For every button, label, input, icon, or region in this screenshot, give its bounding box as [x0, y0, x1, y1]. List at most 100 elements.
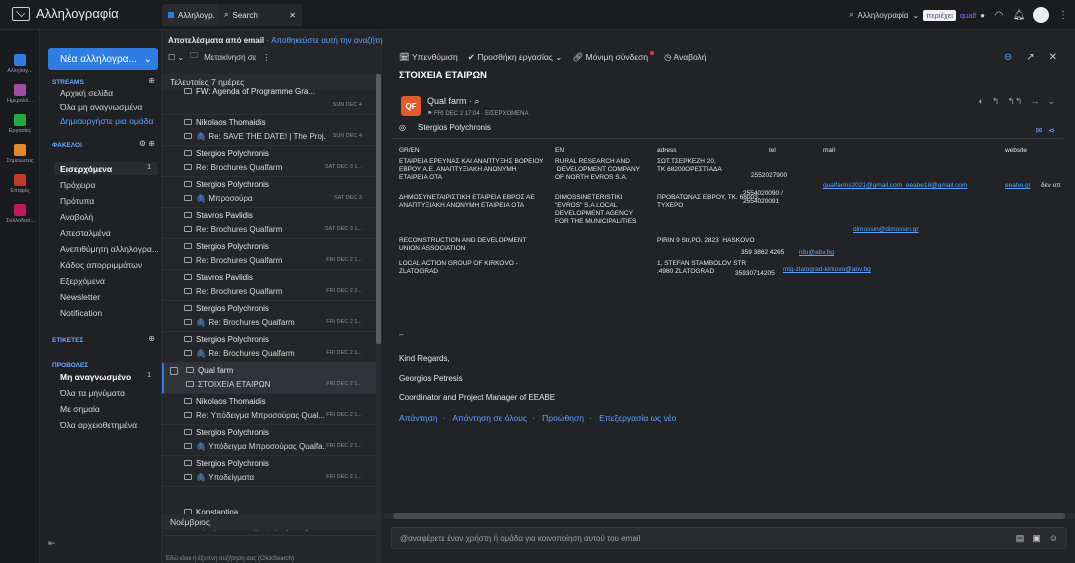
rail-item[interactable]: Επαφές: [6, 174, 34, 194]
add-task-button[interactable]: ✔ Προσθήκη εργασίας ⌄: [468, 52, 563, 63]
reply-icon: [186, 381, 194, 387]
rail-item[interactable]: Εργασίες: [6, 114, 34, 134]
list-scrollbar[interactable]: [376, 74, 381, 563]
add-tag-icon[interactable]: ⊕: [148, 334, 155, 343]
message-subject: Re: Brochures Qualfarm: [196, 256, 283, 265]
tag-icon[interactable]: ✉: [1036, 126, 1043, 135]
comment-input[interactable]: @αναφέρετε έναν χρήστη ή ομάδα για κοινο…: [391, 527, 1067, 549]
sidebar-item[interactable]: Αναβολή: [60, 212, 93, 222]
sidebar-item[interactable]: Ανεπιθύμητη αλληλογρα...: [60, 244, 159, 254]
select-all-checkbox[interactable]: ☐ ⌄: [168, 53, 184, 62]
split-view-icon[interactable]: ⊖: [1004, 52, 1012, 63]
horizontal-scrollbar[interactable]: [383, 513, 1075, 519]
notifications-icon[interactable]: ◠: [993, 9, 1005, 21]
tab-search[interactable]: ⌕ Search ✕: [218, 4, 302, 26]
folder-settings-icon[interactable]: ⚙ ⊕: [139, 139, 155, 148]
global-search[interactable]: ⌕ Αλληλογραφία ⌄ περιέχει qualf ●: [849, 9, 985, 21]
reply-all-link[interactable]: Απάντηση σε όλους: [452, 413, 527, 423]
clear-search-icon[interactable]: ●: [980, 11, 985, 20]
sidebar-item[interactable]: Απεσταλμένα: [60, 228, 111, 238]
list-item[interactable]: FW: Agenda of Programme Gra... SUN DEC 4: [162, 84, 376, 115]
sidebar-item[interactable]: Εξερχόμενα: [60, 276, 105, 286]
message-sender: Qual farm: [198, 366, 234, 375]
sidebar-item[interactable]: Εισερχόμενα: [60, 164, 112, 174]
search-filter-chip[interactable]: περιέχει: [923, 9, 956, 21]
list-item[interactable]: Stergios Polychronis 🖇︎ Υποδείγματα FRI DE…: [162, 456, 376, 487]
table-cell: LOCAL ACTION GROUP OF KIRKOVO - ZLATOGRA…: [399, 260, 518, 275]
format-icon[interactable]: ▤: [1016, 533, 1025, 544]
table-header: mail: [823, 147, 835, 154]
rail-item[interactable]: Ημερολό...: [6, 84, 34, 104]
sidebar-item[interactable]: Μη αναγνωσμένο: [60, 372, 131, 382]
forward-link[interactable]: Προώθηση: [542, 413, 584, 423]
list-item[interactable]: Stergios Polychronis Re: Brochures Qualfa…: [162, 239, 376, 270]
table-cell: ΔΗΜΟΣΥΝΕΤΑΙΡΙΣΤΙΚΗ ΕΤΑΙΡΕΙΑ ΕΒΡΟΣ ΑΕ ΑΝΑ…: [399, 194, 535, 209]
avatar[interactable]: [1033, 7, 1049, 23]
rail-item-label: Εργασίες: [8, 128, 32, 134]
sidebar-item[interactable]: Όλα αρχειοθετημένα: [60, 420, 137, 430]
email-link[interactable]: dimossin@dimossin.gr: [853, 226, 918, 234]
close-icon[interactable]: ✕: [1049, 52, 1057, 63]
sidebar-item[interactable]: Όλα τα μηνύματα: [60, 388, 125, 398]
rail-item[interactable]: Συλλοδοσ...: [6, 204, 35, 224]
list-item[interactable]: Stavros Pavlidis Re: Brochures Qualfarm FR…: [162, 270, 376, 301]
sidebar-item[interactable]: Όλα μη αναγνωσμένα: [60, 102, 142, 112]
edit-as-new-link[interactable]: Επεξεργασία ως νέο: [599, 413, 676, 423]
reply-link[interactable]: Απάντηση: [399, 413, 438, 423]
sidebar-item[interactable]: Newsletter: [60, 292, 100, 302]
message-sender: Stergios Polychronis: [196, 242, 269, 251]
permalink-button[interactable]: 🔗︎ Μόνιμη σύνδεση: [572, 52, 648, 63]
share-icon[interactable]: ⋖: [1048, 126, 1055, 135]
snooze-button[interactable]: ◷ Αναβολή: [664, 52, 706, 63]
rail-item[interactable]: Σημειώσεις: [6, 144, 34, 164]
reminder-button[interactable]: 🗓︎ Υπενθύμιση: [399, 52, 458, 63]
search-input[interactable]: qualf: [960, 11, 976, 20]
row-checkbox[interactable]: [170, 367, 178, 375]
email-link[interactable]: rdu@abv.bg: [799, 249, 834, 257]
sidebar-item[interactable]: Δημιουργήστε μια ομάδα: [60, 116, 153, 126]
chevron-down-icon[interactable]: ⌄: [144, 54, 152, 65]
list-item[interactable]: Stergios Polychronis 🖇︎ Re: Brochures Qua…: [162, 301, 376, 332]
attach-icon[interactable]: ▣: [1032, 533, 1041, 544]
sidebar-item[interactable]: Πρόχειρα: [60, 180, 95, 190]
sidebar-item[interactable]: Με σημαία: [60, 404, 100, 414]
list-item[interactable]: Stergios Polychronis Re: Brochures Qualfa…: [162, 146, 376, 177]
sidebar-item[interactable]: Κάδος απορριμμάτων: [60, 260, 142, 270]
search-icon: ⌕: [224, 10, 229, 19]
list-item[interactable]: Stavros Pavlidis Re: Brochures Qualfarm SA…: [162, 208, 376, 239]
new-mail-button[interactable]: Νέα αλληλογρα... ⌄: [48, 48, 158, 70]
list-item[interactable]: Stergios Polychronis 🖇︎ Re: Brochures Qua…: [162, 332, 376, 363]
sidebar-item[interactable]: Αρχική σελίδα: [60, 88, 113, 98]
sender-name[interactable]: Qual farm · ⌕: [427, 96, 480, 107]
app-icon: [14, 54, 26, 66]
emoji-icon[interactable]: ☺: [1049, 533, 1058, 544]
chevron-down-icon[interactable]: ⌄: [1047, 96, 1055, 107]
close-tab-icon[interactable]: ✕: [289, 11, 296, 20]
bell-icon[interactable]: 🔔︎: [1013, 9, 1026, 21]
reply-icon[interactable]: ↰: [992, 96, 1000, 107]
sidebar-item[interactable]: Notification: [60, 308, 102, 318]
email-link[interactable]: mig-zlatograd-kirkovo@abv.bg: [783, 266, 871, 274]
email-link[interactable]: qualfarms2021@gmail.com eeabe18@gmail.co…: [823, 182, 967, 190]
add-stream-icon[interactable]: ⊕: [148, 76, 155, 85]
app-icon: [14, 144, 26, 156]
save-search-link[interactable]: · Αποθηκεύστε αυτή την αναζήτηση: [266, 36, 392, 45]
list-item[interactable]: Qual farm ΣΤΟΙΧΕΙΑ ΕΤΑΙΡΩΝ FRI DEC 2 1...: [162, 363, 376, 394]
forward-icon[interactable]: →: [1030, 96, 1039, 107]
more-icon[interactable]: ⋮: [1057, 9, 1069, 21]
expand-icon[interactable]: ↗: [1026, 52, 1034, 63]
reply-all-icon[interactable]: ↰↰: [1007, 96, 1022, 107]
tab-mail[interactable]: Αλληλογρ.: [162, 4, 221, 26]
list-item[interactable]: Stergios Polychronis 🖇︎ Υπόδειγμα Μπροσού…: [162, 425, 376, 456]
move-to-button[interactable]: Μετακίνηση σε: [204, 53, 256, 62]
list-item[interactable]: Nikolaos Thomaidis Re: Υπόδειγμα Μπροσούρ…: [162, 394, 376, 425]
list-item[interactable]: Nikolaos Thomaidis 🖇︎ Re: SAVE THE DATE! …: [162, 115, 376, 146]
collapse-icon[interactable]: ⇤: [48, 538, 56, 549]
toggle-icon[interactable]: ◐: [978, 96, 983, 107]
search-scope[interactable]: Αλληλογραφία: [858, 11, 909, 20]
list-item[interactable]: Stergios Polychronis 🖇︎ Μπροσούρα SAT DEC …: [162, 177, 376, 208]
sidebar-item[interactable]: Πρότυπα: [60, 196, 94, 206]
rail-item[interactable]: Αλληλογ...: [6, 54, 34, 74]
more-icon[interactable]: ⋮: [262, 53, 270, 62]
website-link[interactable]: eeabe.gr: [1005, 182, 1031, 190]
